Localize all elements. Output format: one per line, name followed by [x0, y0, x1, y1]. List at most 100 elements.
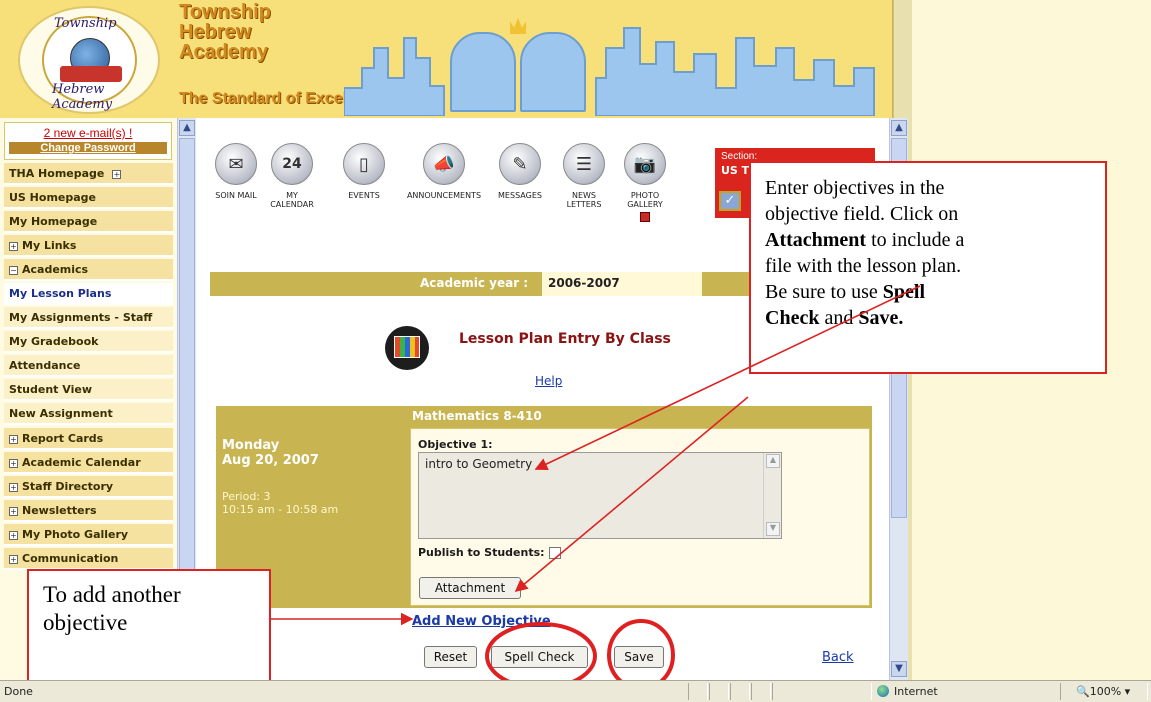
sidebar-item-label: My Assignments - Staff: [9, 311, 153, 324]
status-pane: [772, 683, 872, 700]
add-objective-callout: To add another objective: [27, 569, 271, 691]
sidebar-item-label: My Photo Gallery: [22, 528, 129, 541]
callout-text: To add another: [43, 582, 181, 607]
sidebar-item-communication[interactable]: + Communication: [4, 548, 173, 570]
crown-icon: [510, 18, 526, 34]
sidebar-item-label: THA Homepage: [9, 167, 105, 180]
school-name: Township Hebrew Academy: [179, 2, 271, 62]
email-alert-box: 2 new e-mail(s) ! Change Password: [4, 122, 172, 160]
scroll-up-arrow-icon[interactable]: ▲: [179, 120, 195, 136]
sidebar-item-my-photo-gallery[interactable]: + My Photo Gallery: [4, 524, 173, 546]
class-name-header: Mathematics 8-410: [412, 409, 542, 423]
scroll-down-arrow-icon[interactable]: ▼: [891, 661, 907, 677]
toolbar-pda-button[interactable]: ▯ EVENTS: [334, 143, 394, 200]
sidebar-item-staff-directory[interactable]: + Staff Directory: [4, 476, 173, 498]
toolbar-label: MY CALENDAR: [270, 191, 314, 209]
tablet-right: [520, 32, 586, 112]
sidebar-item-my-homepage[interactable]: My Homepage: [4, 211, 173, 233]
sidebar-item-label: New Assignment: [9, 407, 113, 420]
sidebar-item-label: Academics: [22, 263, 89, 276]
sidebar-item-my-links[interactable]: + My Links: [4, 235, 173, 257]
scroll-up-arrow-icon[interactable]: ▲: [891, 120, 907, 136]
pda-icon: ▯: [343, 143, 385, 185]
attachment-button[interactable]: Attachment: [419, 577, 521, 599]
sidebar-item-label: Academic Calendar: [22, 456, 141, 469]
callout-text: objective: [43, 610, 128, 635]
reset-button[interactable]: Reset: [424, 646, 477, 668]
sidebar-item-label: Student View: [9, 383, 92, 396]
sidebar-item-label: Attendance: [9, 359, 81, 372]
sidebar-item-label: Communication: [22, 552, 119, 565]
publish-checkbox[interactable]: [548, 547, 561, 559]
newsletter-icon: ☰: [563, 143, 605, 185]
sidebar-item-academics[interactable]: − Academics: [4, 259, 173, 281]
gallery-dropdown-icon[interactable]: [640, 212, 650, 222]
expand-icon[interactable]: +: [9, 482, 18, 492]
zoom-control[interactable]: 🔍100% ▾: [1076, 685, 1130, 698]
message-icon: ✎: [499, 143, 541, 185]
checkmark-icon[interactable]: ✓: [719, 191, 741, 211]
sidebar-item-my-assignments-staff[interactable]: My Assignments - Staff: [4, 307, 173, 329]
lesson-plan-icon: [385, 326, 429, 370]
toolbar-label: SOIN MAIL: [215, 191, 257, 200]
add-new-objective-link[interactable]: Add New Objective: [412, 614, 551, 629]
toolbar-megaphone-button[interactable]: 📣 ANNOUNCEMENTS: [401, 143, 487, 200]
security-zone: Internet: [877, 685, 938, 698]
publish-to-students: Publish to Students:: [418, 546, 561, 559]
calendar-day: 24: [282, 156, 302, 172]
callout-bold-spell: Spell: [882, 281, 926, 303]
objective-scrollbar[interactable]: ▲ ▼: [763, 453, 781, 538]
callout-text: to include a: [866, 229, 965, 251]
scroll-down-arrow-icon[interactable]: ▼: [766, 522, 780, 536]
callout-text: and: [819, 307, 859, 329]
megaphone-icon: 📣: [423, 143, 465, 185]
collapse-icon[interactable]: −: [9, 265, 18, 275]
sidebar-item-my-gradebook[interactable]: My Gradebook: [4, 331, 173, 353]
status-text: Done: [4, 685, 33, 698]
toolbar-camera-button[interactable]: 📷 PHOTO GALLERY: [617, 143, 673, 222]
toolbar-label: EVENTS: [348, 191, 380, 200]
academic-year-value: 2006-2007: [542, 272, 702, 296]
expand-icon[interactable]: +: [9, 241, 18, 251]
sidebar-item-academic-calendar[interactable]: + Academic Calendar: [4, 452, 173, 474]
expand-icon[interactable]: +: [9, 458, 18, 468]
expand-icon[interactable]: +: [9, 530, 18, 540]
camera-icon: 📷: [624, 143, 666, 185]
objective-textarea[interactable]: intro to Geometry: [418, 452, 782, 539]
save-button[interactable]: Save: [614, 646, 664, 668]
help-link[interactable]: Help: [535, 374, 562, 388]
back-link[interactable]: Back: [822, 650, 854, 665]
change-password-link[interactable]: Change Password: [9, 142, 167, 154]
toolbar-newsletter-button[interactable]: ☰ NEWS LETTERS: [556, 143, 612, 209]
school-name-line2: Hebrew: [179, 21, 252, 43]
status-pane: [688, 683, 708, 700]
spell-check-button[interactable]: Spell Check: [491, 646, 588, 668]
toolbar-mail-button[interactable]: ✉ SOIN MAIL: [209, 143, 263, 200]
toolbar-calendar-button[interactable]: 24 MY CALENDAR: [265, 143, 319, 209]
new-email-link[interactable]: 2 new e-mail(s) !: [5, 126, 171, 140]
sidebar-item-new-assignment[interactable]: New Assignment: [4, 403, 173, 425]
sidebar-item-tha-homepage[interactable]: THA Homepage +: [4, 163, 173, 185]
logo-text-bottom: Hebrew Academy: [52, 82, 113, 112]
sidebar-item-label: US Homepage: [9, 191, 97, 204]
expand-icon[interactable]: +: [9, 506, 18, 516]
publish-label: Publish to Students:: [418, 546, 545, 559]
status-pane: [730, 683, 750, 700]
sidebar-item-us-homepage[interactable]: US Homepage: [4, 187, 173, 209]
sidebar-item-report-cards[interactable]: + Report Cards: [4, 428, 173, 450]
toolbar-message-button[interactable]: ✎ MESSAGES: [492, 143, 548, 200]
expand-icon[interactable]: +: [112, 169, 122, 179]
sidebar-item-label: Newsletters: [22, 504, 97, 517]
toolbar-label: ANNOUNCEMENTS: [406, 191, 482, 200]
sidebar-item-student-view[interactable]: Student View: [4, 379, 173, 401]
expand-icon[interactable]: +: [9, 434, 18, 444]
school-logo[interactable]: Township Hebrew Academy: [18, 6, 160, 114]
status-pane: [751, 683, 771, 700]
expand-icon[interactable]: +: [9, 554, 18, 564]
scroll-up-arrow-icon[interactable]: ▲: [766, 454, 780, 468]
sidebar-item-newsletters[interactable]: + Newsletters: [4, 500, 173, 522]
mail-icon: ✉: [215, 143, 257, 185]
school-name-line1: Township: [179, 1, 271, 23]
sidebar-item-attendance[interactable]: Attendance: [4, 355, 173, 377]
sidebar-item-my-lesson-plans[interactable]: My Lesson Plans: [4, 283, 173, 305]
